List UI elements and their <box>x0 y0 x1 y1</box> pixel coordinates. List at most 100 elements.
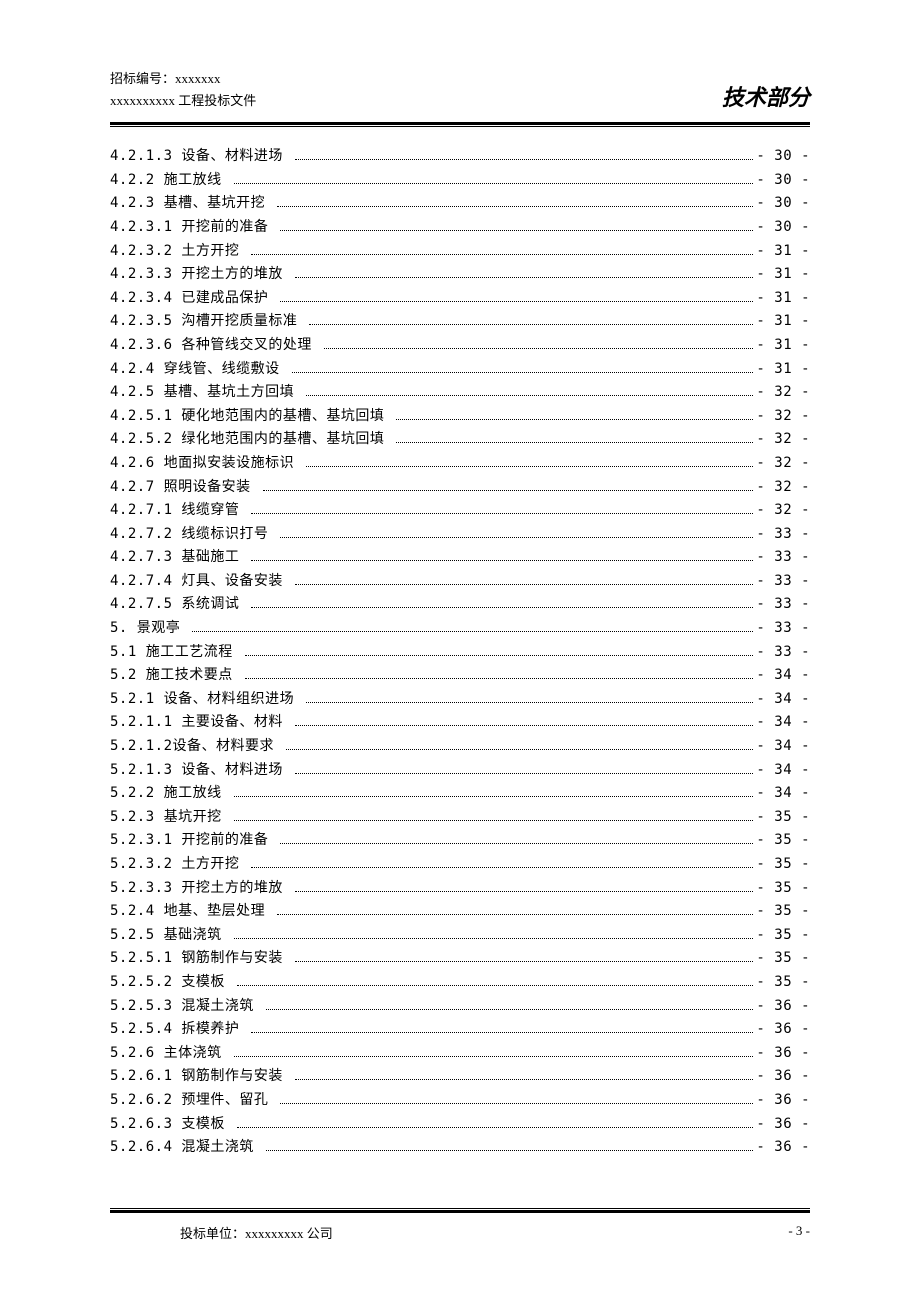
toc-page: - 35 - <box>756 881 810 895</box>
toc-leader-dots <box>251 607 753 608</box>
toc-label: 5.2.2 施工放线 <box>110 786 231 800</box>
toc-label: 4.2.3.1 开挖前的准备 <box>110 220 277 234</box>
toc-page: - 33 - <box>756 527 810 541</box>
toc-page: - 30 - <box>756 196 810 210</box>
toc-page: - 35 - <box>756 975 810 989</box>
toc-page: - 33 - <box>756 574 810 588</box>
toc-leader-dots <box>324 348 754 349</box>
header-rule <box>110 122 810 127</box>
toc-page: - 36 - <box>756 1093 810 1107</box>
toc-page: - 36 - <box>756 1117 810 1131</box>
toc-page: - 32 - <box>756 456 810 470</box>
toc-label: 4.2.5.2 绿化地范围内的基槽、基坑回填 <box>110 432 393 446</box>
toc-label: 5.2.1.3 设备、材料进场 <box>110 763 292 777</box>
toc-page: - 34 - <box>756 739 810 753</box>
toc-entry: 4.2.5 基槽、基坑土方回填 - 32 - <box>110 385 810 399</box>
toc-page: - 32 - <box>756 432 810 446</box>
document-page: 招标编号：xxxxxxx xxxxxxxxxx 工程投标文件 技术部分 4.2.… <box>0 0 920 1214</box>
toc-leader-dots <box>251 254 753 255</box>
bid-number: 招标编号：xxxxxxx <box>110 68 256 90</box>
toc-page: - 31 - <box>756 338 810 352</box>
toc-leader-dots <box>295 159 754 160</box>
toc-entry: 5.2.6 主体浇筑 - 36 - <box>110 1046 810 1060</box>
toc-entry: 5.2.3.1 开挖前的准备 - 35 - <box>110 833 810 847</box>
toc-label: 5.2.5.4 拆模养护 <box>110 1022 248 1036</box>
toc-entry: 5. 景观亭 - 33 - <box>110 621 810 635</box>
toc-entry: 4.2.3.3 开挖土方的堆放 - 31 - <box>110 267 810 281</box>
toc-entry: 5.2.6.2 预埋件、留孔 - 36 - <box>110 1093 810 1107</box>
toc-label: 5.2 施工技术要点 <box>110 668 242 682</box>
toc-entry: 5.2.3.3 开挖土方的堆放 - 35 - <box>110 881 810 895</box>
toc-entry: 5.2.1.2设备、材料要求 - 34 - <box>110 739 810 753</box>
toc-page: - 33 - <box>756 621 810 635</box>
toc-leader-dots <box>245 655 754 656</box>
toc-page: - 31 - <box>756 362 810 376</box>
toc-entry: 4.2.2 施工放线 - 30 - <box>110 173 810 187</box>
toc-entry: 4.2.4 穿线管、线缆敷设 - 31 - <box>110 362 810 376</box>
toc-leader-dots <box>277 206 753 207</box>
toc-label: 5.2.6.2 预埋件、留孔 <box>110 1093 277 1107</box>
toc-page: - 30 - <box>756 173 810 187</box>
toc-entry: 4.2.3 基槽、基坑开挖 - 30 - <box>110 196 810 210</box>
toc-label: 5.2.3.1 开挖前的准备 <box>110 833 277 847</box>
toc-page: - 33 - <box>756 550 810 564</box>
toc-leader-dots <box>295 961 754 962</box>
toc-leader-dots <box>234 1056 754 1057</box>
toc-entry: 4.2.7.5 系统调试 - 33 - <box>110 597 810 611</box>
toc-label: 4.2.3.3 开挖土方的堆放 <box>110 267 292 281</box>
toc-leader-dots <box>295 1079 754 1080</box>
table-of-contents: 4.2.1.3 设备、材料进场 - 30 - 4.2.2 施工放线 - 30 - 4… <box>110 149 810 1154</box>
toc-leader-dots <box>266 1009 754 1010</box>
toc-leader-dots <box>295 277 754 278</box>
toc-label: 4.2.7.3 基础施工 <box>110 550 248 564</box>
toc-entry: 4.2.3.6 各种管线交叉的处理 - 31 - <box>110 338 810 352</box>
footer-rule <box>110 1208 810 1213</box>
page-footer: 投标单位：xxxxxxxxx 公司 - 3 - <box>110 1208 810 1242</box>
toc-leader-dots <box>237 1127 754 1128</box>
toc-leader-dots <box>306 395 753 396</box>
toc-page: - 32 - <box>756 503 810 517</box>
toc-leader-dots <box>234 183 754 184</box>
toc-leader-dots <box>234 938 754 939</box>
toc-entry: 4.2.7.3 基础施工 - 33 - <box>110 550 810 564</box>
toc-label: 4.2.7.5 系统调试 <box>110 597 248 611</box>
project-name: xxxxxxxxxx 工程投标文件 <box>110 90 256 112</box>
toc-label: 5.2.6.4 混凝土浇筑 <box>110 1140 263 1154</box>
toc-entry: 4.2.3.1 开挖前的准备 - 30 - <box>110 220 810 234</box>
toc-label: 5.2.6 主体浇筑 <box>110 1046 231 1060</box>
toc-label: 5.2.3 基坑开挖 <box>110 810 231 824</box>
toc-leader-dots <box>396 442 753 443</box>
page-header: 招标编号：xxxxxxx xxxxxxxxxx 工程投标文件 技术部分 <box>110 68 810 120</box>
toc-entry: 4.2.7.2 线缆标识打号 - 33 - <box>110 527 810 541</box>
toc-leader-dots <box>192 631 753 632</box>
toc-entry: 5.2.6.3 支模板 - 36 - <box>110 1117 810 1131</box>
toc-page: - 34 - <box>756 715 810 729</box>
section-title: 技术部分 <box>722 80 810 112</box>
toc-entry: 5.2.5.4 拆模养护 - 36 - <box>110 1022 810 1036</box>
toc-entry: 4.2.6 地面拟安装设施标识 - 32 - <box>110 456 810 470</box>
toc-entry: 4.2.3.2 土方开挖 - 31 - <box>110 244 810 258</box>
toc-label: 4.2.7 照明设备安装 <box>110 480 260 494</box>
toc-entry: 4.2.7 照明设备安装 - 32 - <box>110 480 810 494</box>
toc-leader-dots <box>280 843 753 844</box>
toc-leader-dots <box>263 490 754 491</box>
toc-entry: 5.2.2 施工放线 - 34 - <box>110 786 810 800</box>
toc-label: 5.2.5 基础浇筑 <box>110 928 231 942</box>
toc-leader-dots <box>251 1032 753 1033</box>
toc-leader-dots <box>292 372 754 373</box>
toc-page: - 31 - <box>756 244 810 258</box>
toc-leader-dots <box>295 773 754 774</box>
toc-leader-dots <box>251 867 753 868</box>
toc-label: 4.2.6 地面拟安装设施标识 <box>110 456 303 470</box>
toc-page: - 36 - <box>756 1022 810 1036</box>
toc-label: 5.2.6.1 钢筋制作与安装 <box>110 1069 292 1083</box>
toc-entry: 5.2.3 基坑开挖 - 35 - <box>110 810 810 824</box>
toc-entry: 5.2.1.3 设备、材料进场 - 34 - <box>110 763 810 777</box>
toc-label: 5.2.3.3 开挖土方的堆放 <box>110 881 292 895</box>
toc-page: - 31 - <box>756 267 810 281</box>
toc-leader-dots <box>251 513 753 514</box>
toc-page: - 35 - <box>756 833 810 847</box>
toc-entry: 4.2.1.3 设备、材料进场 - 30 - <box>110 149 810 163</box>
toc-leader-dots <box>234 820 754 821</box>
toc-label: 4.2.3 基槽、基坑开挖 <box>110 196 274 210</box>
